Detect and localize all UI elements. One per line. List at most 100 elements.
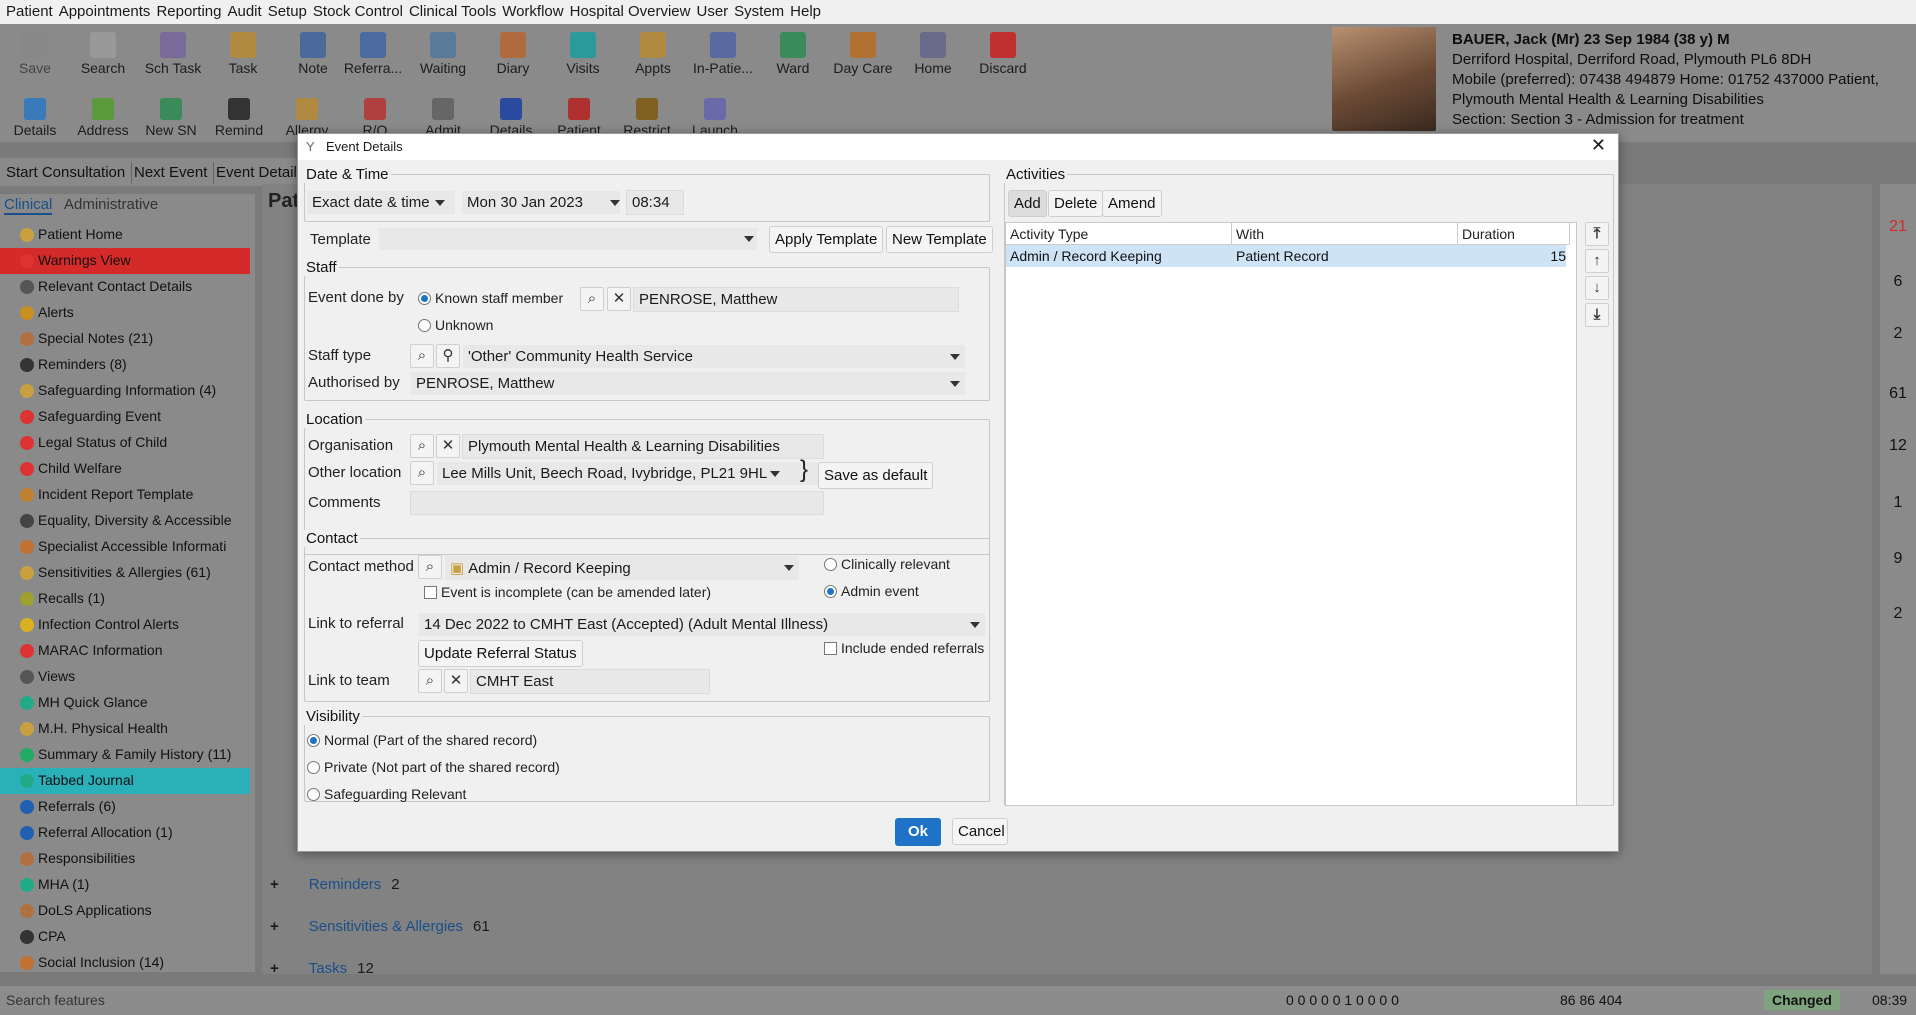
sidebar-item[interactable]: Specialist Accessible Informati [0, 534, 250, 560]
sidebar-item[interactable]: Social Inclusion (14) [0, 950, 250, 976]
clear-icon[interactable]: ✕ [444, 669, 468, 693]
menu-stock-control[interactable]: Stock Control [313, 0, 403, 20]
move-up-icon[interactable]: ↑ [1585, 249, 1609, 273]
ok-button[interactable]: Ok [895, 818, 941, 846]
toolbar-waiting-button[interactable]: Waiting [408, 28, 478, 76]
next-event-button[interactable]: Next Event [128, 162, 215, 184]
date-picker[interactable]: Mon 30 Jan 2023 [461, 190, 621, 215]
toolbar2-address-button[interactable]: Address [68, 94, 138, 138]
journal-row-label[interactable]: Reminders [309, 876, 382, 893]
search-icon[interactable]: ⌕ [580, 287, 604, 311]
sidebar-item[interactable]: Relevant Contact Details [0, 274, 250, 300]
sidebar-item[interactable]: Tabbed Journal [0, 768, 250, 794]
toolbar-discard-button[interactable]: Discard [968, 28, 1038, 76]
sidebar-item[interactable]: Special Notes (21) [0, 326, 250, 352]
toolbar-ward-button[interactable]: Ward [758, 28, 828, 76]
datetime-mode-select[interactable]: Exact date & time [306, 190, 456, 215]
menu-clinical-tools[interactable]: Clinical Tools [409, 0, 496, 20]
sidebar-item[interactable]: MARAC Information [0, 638, 250, 664]
sidebar-item[interactable]: Child Welfare [0, 456, 250, 482]
move-down-icon[interactable]: ↓ [1585, 276, 1609, 300]
time-input[interactable]: 08:34 [626, 190, 684, 215]
table-row[interactable]: Admin / Record Keeping Patient Record 15 [1006, 245, 1566, 267]
search-features-input[interactable]: Search features [6, 992, 105, 1008]
visibility-normal-radio[interactable] [307, 734, 320, 747]
delete-activity-button[interactable]: Delete [1048, 190, 1104, 217]
organisation-field[interactable]: Plymouth Mental Health & Learning Disabi… [462, 434, 824, 459]
menu-hospital-overview[interactable]: Hospital Overview [570, 0, 691, 20]
sidebar-item[interactable]: Incident Report Template [0, 482, 250, 508]
toolbar-task-button[interactable]: Task [208, 28, 278, 76]
sidebar-item[interactable]: Recalls (1) [0, 586, 250, 612]
sidebar-item[interactable]: M.H. Physical Health [0, 716, 250, 742]
sidebar-item[interactable]: CPA [0, 924, 250, 950]
search-icon[interactable]: ⌕ [410, 434, 434, 458]
save-as-default-button[interactable]: Save as default [818, 462, 934, 489]
tools-icon[interactable]: ⚲ [436, 344, 460, 368]
toolbar-in-patie-button[interactable]: In-Patie... [688, 28, 758, 76]
search-icon[interactable]: ⌕ [418, 669, 442, 693]
visibility-private-radio[interactable] [307, 761, 320, 774]
right-badge[interactable]: 2 [1880, 605, 1916, 623]
toolbar2-allergy-button[interactable]: Allergy [272, 94, 342, 138]
staff-type-select[interactable]: 'Other' Community Health Service [462, 344, 966, 369]
toolbar2-new-sn-button[interactable]: New SN [136, 94, 206, 138]
authorised-by-select[interactable]: PENROSE, Matthew [410, 371, 966, 396]
toolbar2-r-o-button[interactable]: R/O [340, 94, 410, 138]
right-badge[interactable]: 9 [1880, 550, 1916, 568]
sidebar-item[interactable]: Alerts [0, 300, 250, 326]
referral-select[interactable]: 14 Dec 2022 to CMHT East (Accepted) (Adu… [418, 612, 986, 637]
sidebar-item[interactable]: Warnings View [0, 248, 250, 274]
journal-row[interactable]: + Reminders 2 [270, 876, 400, 893]
clear-icon[interactable]: ✕ [607, 287, 631, 311]
sidebar-item[interactable]: Infection Control Alerts [0, 612, 250, 638]
admin-event-radio[interactable] [824, 585, 837, 598]
menu-user[interactable]: User [696, 0, 728, 20]
toolbar-home-button[interactable]: Home [898, 28, 968, 76]
update-referral-status-button[interactable]: Update Referral Status [418, 640, 583, 667]
column-header-activity-type[interactable]: Activity Type [1006, 223, 1232, 245]
toolbar-search-button[interactable]: Search [68, 28, 138, 76]
add-activity-button[interactable]: Add [1008, 190, 1047, 217]
toolbar2-admit-button[interactable]: Admit [408, 94, 478, 138]
visibility-safeguarding-radio[interactable] [307, 788, 320, 801]
toolbar2-patient-button[interactable]: Patient [544, 94, 614, 138]
sidebar-item[interactable]: Summary & Family History (11) [0, 742, 250, 768]
apply-template-button[interactable]: Apply Template [769, 226, 884, 253]
sidebar-item[interactable]: Responsibilities [0, 846, 250, 872]
event-incomplete-checkbox[interactable] [424, 586, 437, 599]
search-icon[interactable]: ⌕ [410, 461, 434, 485]
tab-clinical[interactable]: Clinical [4, 196, 53, 215]
search-icon[interactable]: ⌕ [418, 555, 442, 579]
clear-icon[interactable]: ✕ [436, 434, 460, 458]
journal-row[interactable]: + Tasks 12 [270, 960, 374, 977]
toolbar-diary-button[interactable]: Diary [478, 28, 548, 76]
sidebar-item[interactable]: Sensitivities & Allergies (61) [0, 560, 250, 586]
sidebar-item[interactable]: Referrals (6) [0, 794, 250, 820]
sidebar-item[interactable]: Safeguarding Event [0, 404, 250, 430]
menu-setup[interactable]: Setup [268, 0, 307, 20]
sidebar-item[interactable]: Safeguarding Information (4) [0, 378, 250, 404]
journal-row-label[interactable]: Sensitivities & Allergies [309, 918, 463, 935]
sidebar-item[interactable]: MH Quick Glance [0, 690, 250, 716]
sidebar-item[interactable]: Legal Status of Child [0, 430, 250, 456]
toolbar2-restrict-button[interactable]: Restrict [612, 94, 682, 138]
amend-activity-button[interactable]: Amend [1102, 190, 1162, 217]
sidebar-item[interactable]: Views [0, 664, 250, 690]
close-icon[interactable]: ✕ [1591, 135, 1606, 156]
right-badge[interactable]: 1 [1880, 494, 1916, 512]
sidebar-item[interactable]: DoLS Applications [0, 898, 250, 924]
expand-icon[interactable]: + [270, 876, 279, 893]
new-template-button[interactable]: New Template [886, 226, 993, 253]
toolbar2-details-button[interactable]: Details [0, 94, 70, 138]
right-badge[interactable]: 6 [1880, 273, 1916, 291]
toolbar2-details-button[interactable]: Details [476, 94, 546, 138]
expand-icon[interactable]: + [270, 918, 279, 935]
start-consultation-button[interactable]: Start Consultation [0, 162, 133, 184]
menu-system[interactable]: System [734, 0, 784, 20]
cancel-button[interactable]: Cancel [952, 818, 1008, 845]
known-staff-radio[interactable] [418, 292, 431, 305]
toolbar2-remind-button[interactable]: Remind [204, 94, 274, 138]
move-bottom-icon[interactable]: ⤓ [1585, 303, 1609, 327]
sidebar-item[interactable]: MHA (1) [0, 872, 250, 898]
